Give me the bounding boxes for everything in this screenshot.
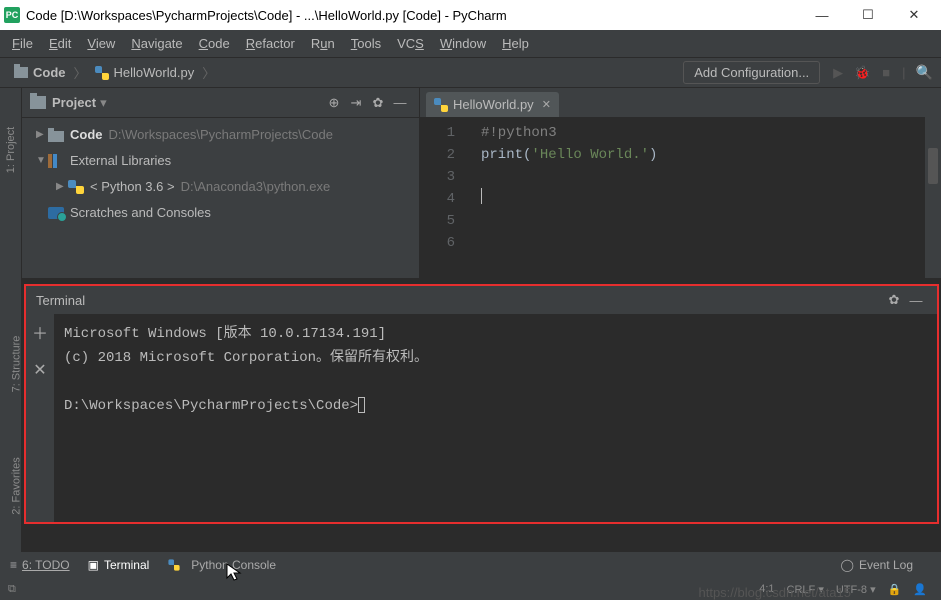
editor-scrollbar[interactable] (925, 88, 941, 278)
close-tab-icon[interactable]: ✕ (542, 98, 551, 111)
terminal-cursor (358, 397, 365, 413)
libraries-icon (48, 154, 64, 168)
bottom-tab-python-console[interactable]: Python Console (167, 558, 276, 572)
breadcrumb-root[interactable]: Code (8, 63, 72, 82)
bottom-event-log[interactable]: ◯Event Log (841, 558, 913, 572)
menu-window[interactable]: Window (432, 36, 494, 51)
line-gutter: 1 2 3 4 5 6 (420, 118, 465, 278)
window-title: Code [D:\Workspaces\PycharmProjects\Code… (26, 8, 799, 23)
terminal-header: Terminal ✿ — (26, 286, 937, 314)
menu-file[interactable]: File (4, 36, 41, 51)
target-icon[interactable]: ⊕ (323, 95, 345, 111)
code-content[interactable]: #!python3 print('Hello World.') (465, 118, 657, 278)
breadcrumb: Code 〉 HelloWorld.py 〉 (8, 63, 217, 82)
close-session-icon[interactable]: ✕ (33, 360, 46, 380)
chevron-right-icon: 〉 (202, 63, 215, 82)
project-tool-window: Project ▾ ⊕ ⇥ ✿ — ▶ Code D:\Workspaces\P… (22, 88, 420, 278)
bottom-tab-terminal[interactable]: ▣Terminal (88, 558, 150, 572)
hide-panel-icon[interactable]: — (905, 293, 927, 308)
close-button[interactable]: ✕ (891, 0, 937, 30)
bottom-tool-tabs: ≡6: TODO ▣Terminal Python Console ◯Event… (0, 552, 941, 578)
new-session-icon[interactable]: ＋ (32, 320, 48, 344)
terminal-side-toolbar: ＋ ✕ (26, 314, 54, 522)
tree-scratches[interactable]: ▶ Scratches and Consoles (32, 200, 419, 226)
scratches-icon (48, 207, 64, 219)
code-editor[interactable]: 1 2 3 4 5 6 #!python3 print('Hello World… (420, 118, 941, 278)
python-file-icon (434, 98, 448, 112)
left-tool-stripe: 1: Project 7: Structure 2: Favorites (0, 88, 22, 552)
pycharm-icon: PC (4, 7, 20, 23)
rail-structure[interactable]: 7: Structure (10, 336, 22, 393)
python-icon (68, 180, 84, 194)
main-menu: File Edit View Navigate Code Refactor Ru… (0, 30, 941, 58)
project-panel-title: Project (52, 95, 96, 110)
debug-button[interactable]: 🐞 (850, 65, 874, 81)
menu-navigate[interactable]: Navigate (123, 36, 190, 51)
nav-toolbar: Code 〉 HelloWorld.py 〉 Add Configuration… (0, 58, 941, 88)
terminal-content[interactable]: Microsoft Windows [版本 10.0.17134.191] (c… (54, 314, 937, 522)
stop-button[interactable]: ■ (874, 65, 898, 80)
status-windows-icon[interactable]: ⧉ (8, 583, 16, 596)
menu-vcs[interactable]: VCS (389, 36, 432, 51)
project-icon (30, 96, 46, 109)
status-hector-icon[interactable]: 👤 (913, 583, 927, 596)
status-bar: ⧉ https://blog.csdn.net/ata15 4:1 CRLF ▾… (0, 578, 941, 600)
maximize-button[interactable]: ☐ (845, 0, 891, 30)
menu-view[interactable]: View (79, 36, 123, 51)
menu-run[interactable]: Run (303, 36, 343, 51)
chevron-right-icon: 〉 (74, 63, 87, 82)
menu-edit[interactable]: Edit (41, 36, 79, 51)
watermark-text: https://blog.csdn.net/ata15 (699, 585, 852, 600)
folder-icon (14, 67, 28, 78)
minimize-button[interactable]: — (799, 0, 845, 30)
editor-tabs: HelloWorld.py ✕ (420, 88, 941, 118)
menu-code[interactable]: Code (191, 36, 238, 51)
menu-refactor[interactable]: Refactor (238, 36, 303, 51)
rail-favorites[interactable]: 2: Favorites (11, 457, 23, 514)
project-panel-header: Project ▾ ⊕ ⇥ ✿ — (22, 88, 419, 118)
terminal-title: Terminal (36, 293, 85, 308)
add-configuration-button[interactable]: Add Configuration... (683, 61, 820, 84)
run-button[interactable]: ▶ (826, 65, 850, 81)
gear-icon[interactable]: ✿ (883, 292, 905, 308)
python-file-icon (95, 66, 109, 80)
bottom-tab-todo[interactable]: ≡6: TODO (10, 558, 70, 572)
editor-area: HelloWorld.py ✕ 1 2 3 4 5 6 #!python3 pr… (420, 88, 941, 278)
tree-python-interpreter[interactable]: ▶ < Python 3.6 > D:\Anaconda3\python.exe (32, 174, 419, 200)
editor-tab-label: HelloWorld.py (453, 97, 534, 112)
lock-icon[interactable]: 🔒 (888, 583, 902, 596)
hide-panel-icon[interactable]: — (389, 95, 411, 110)
editor-tab-helloworld[interactable]: HelloWorld.py ✕ (426, 92, 559, 117)
menu-help[interactable]: Help (494, 36, 537, 51)
tree-external-libraries[interactable]: ▼ External Libraries (32, 148, 419, 174)
gear-icon[interactable]: ✿ (367, 95, 389, 111)
folder-icon (48, 131, 64, 142)
breadcrumb-file[interactable]: HelloWorld.py (89, 63, 201, 82)
project-tree[interactable]: ▶ Code D:\Workspaces\PycharmProjects\Cod… (22, 118, 419, 230)
collapse-icon[interactable]: ⇥ (345, 95, 367, 111)
rail-project[interactable]: 1: Project (5, 127, 17, 173)
window-titlebar: PC Code [D:\Workspaces\PycharmProjects\C… (0, 0, 941, 30)
menu-tools[interactable]: Tools (343, 36, 389, 51)
project-view-switcher[interactable]: ▾ (100, 95, 107, 111)
tree-root[interactable]: ▶ Code D:\Workspaces\PycharmProjects\Cod… (32, 122, 419, 148)
terminal-tool-window: Terminal ✿ — ＋ ✕ Microsoft Windows [版本 1… (24, 284, 939, 524)
search-icon[interactable]: 🔍 (916, 64, 933, 81)
